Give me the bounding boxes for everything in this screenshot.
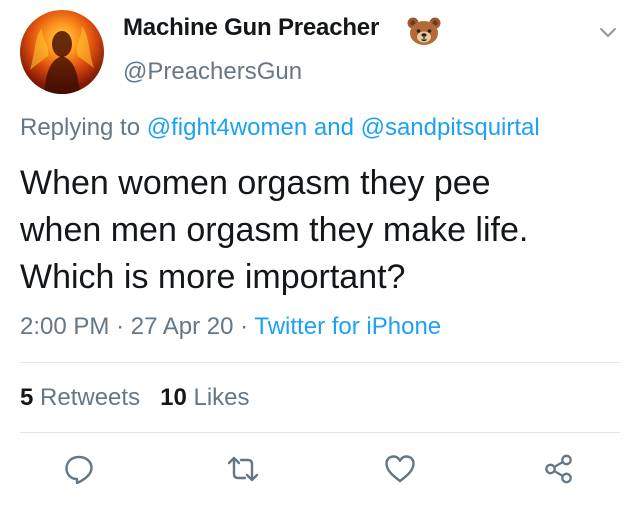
avatar[interactable]	[20, 10, 104, 94]
likes-stat[interactable]: 10 Likes	[160, 384, 249, 411]
share-icon[interactable]	[542, 452, 576, 486]
divider	[20, 362, 620, 363]
likes-count: 10	[160, 384, 187, 411]
tweet-text-line: when men orgasm they make life.	[20, 211, 529, 249]
meta-separator: ·	[116, 313, 125, 340]
tweet-text-line: Which is more important?	[20, 258, 406, 296]
reply-icon[interactable]	[62, 452, 96, 486]
retweets-count: 5	[20, 384, 34, 411]
chevron-down-icon[interactable]	[598, 25, 618, 39]
author-name[interactable]: Machine Gun Preacher	[123, 14, 379, 42]
replying-prefix: Replying to	[20, 114, 141, 141]
engagement-stats: 5 Retweets 10 Likes	[20, 384, 250, 412]
replying-to-line: Replying to @fight4women and @sandpitsqu…	[20, 114, 540, 142]
author-handle[interactable]: @PreachersGun	[123, 58, 302, 86]
tweet-text-line: When women orgasm they pee	[20, 164, 491, 202]
tweet-meta: 2:00 PM · 27 Apr 20 · Twitter for iPhone	[20, 313, 441, 341]
likes-label: Likes	[193, 384, 250, 411]
tweet-date[interactable]: 27 Apr 20	[131, 313, 234, 340]
retweets-label: Retweets	[40, 384, 141, 411]
tweet-time[interactable]: 2:00 PM	[20, 313, 109, 340]
tweet-source-link[interactable]: Twitter for iPhone	[254, 313, 441, 340]
bear-face-emoji	[407, 17, 441, 45]
divider	[20, 432, 620, 433]
mention-link-1[interactable]: @fight4women	[147, 114, 307, 141]
mention-link-2[interactable]: @sandpitsquirtal	[361, 114, 540, 141]
heart-icon[interactable]	[383, 452, 417, 486]
replying-joiner: and	[313, 114, 354, 141]
retweet-icon[interactable]	[226, 452, 260, 486]
tweet-text: When women orgasm they pee when men orga…	[20, 160, 630, 301]
meta-separator: ·	[240, 313, 249, 340]
retweets-stat[interactable]: 5 Retweets	[20, 384, 140, 411]
